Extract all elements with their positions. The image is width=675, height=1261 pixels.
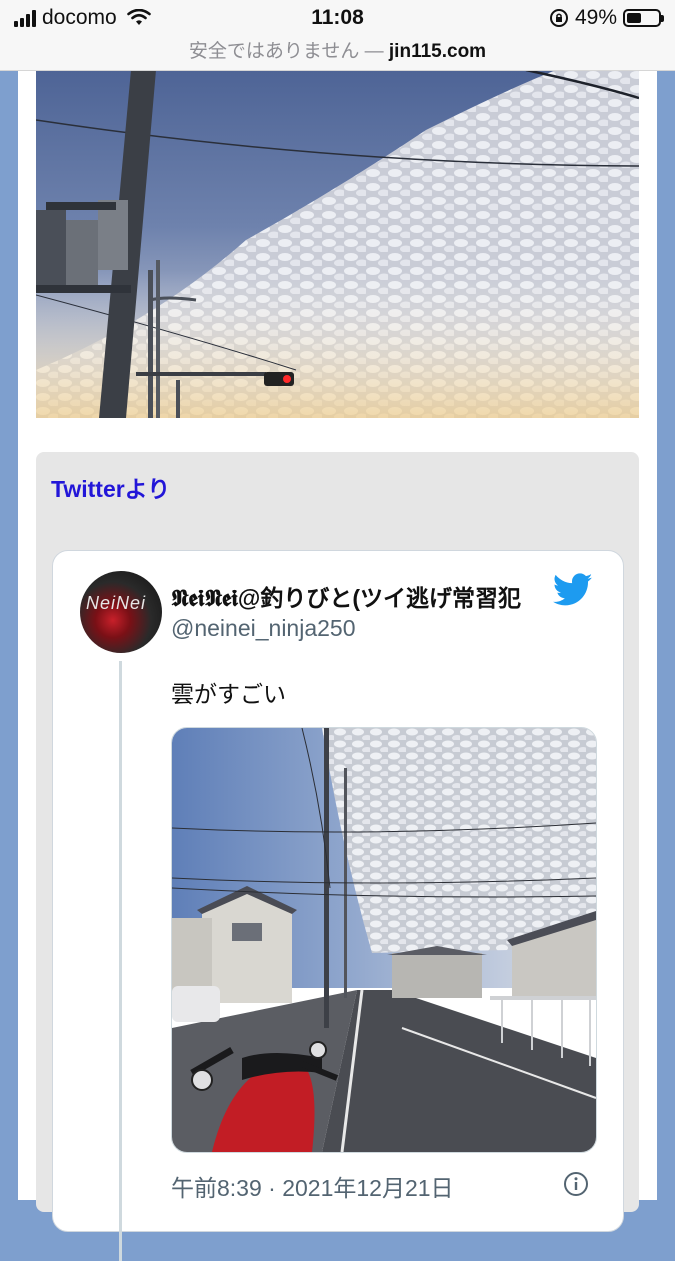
security-warning: 安全ではありません — [188,41,384,62]
twitter-section: Twitterより NeiNei 𝕹𝖊𝖎𝕹𝖊𝖎@釣りびと(ツイ逃げ常習犯 @ne… [36,452,639,1261]
tweet-display-name[interactable]: 𝕹𝖊𝖎𝕹𝖊𝖎@釣りびと(ツイ逃げ常習犯 [171,579,521,613]
thread-line [119,661,122,1261]
rotation-lock-icon [549,9,568,27]
battery-fill [627,13,641,23]
cloud-photo [36,70,639,418]
status-bar: docomo 11:08 49% 安全ではありません — jin115.com [0,0,675,71]
embedded-tweet[interactable]: NeiNei 𝕹𝖊𝖎𝕹𝖊𝖎@釣りびと(ツイ逃げ常習犯 @neinei_ninja… [52,550,624,1261]
article-page: Twitterより NeiNei 𝕹𝖊𝖎𝕹𝖊𝖎@釣りびと(ツイ逃げ常習犯 @ne… [18,0,657,1261]
url-host: jin115.com [388,41,487,62]
battery-icon [623,9,664,27]
avatar-text: NeiNei [86,593,147,613]
tweet-text: 雲がすごい [171,681,286,707]
address-bar[interactable]: 安全ではありません — jin115.com [0,36,675,63]
cloud-photo-art [36,70,639,418]
tweet-handle[interactable]: @neinei_ninja250 [171,615,356,642]
avatar[interactable]: NeiNei [80,571,162,653]
street-photo-art [172,728,596,1152]
tweet-timestamp[interactable]: 午前8:39 · 2021年12月21日 [171,1169,454,1203]
info-icon[interactable] [563,1171,589,1197]
tweet-photo[interactable] [171,727,597,1153]
status-right: 49% [549,6,664,30]
section-title: Twitterより [51,476,171,502]
battery-percent: 49% [574,6,617,29]
twitter-bird-icon[interactable] [553,573,593,607]
